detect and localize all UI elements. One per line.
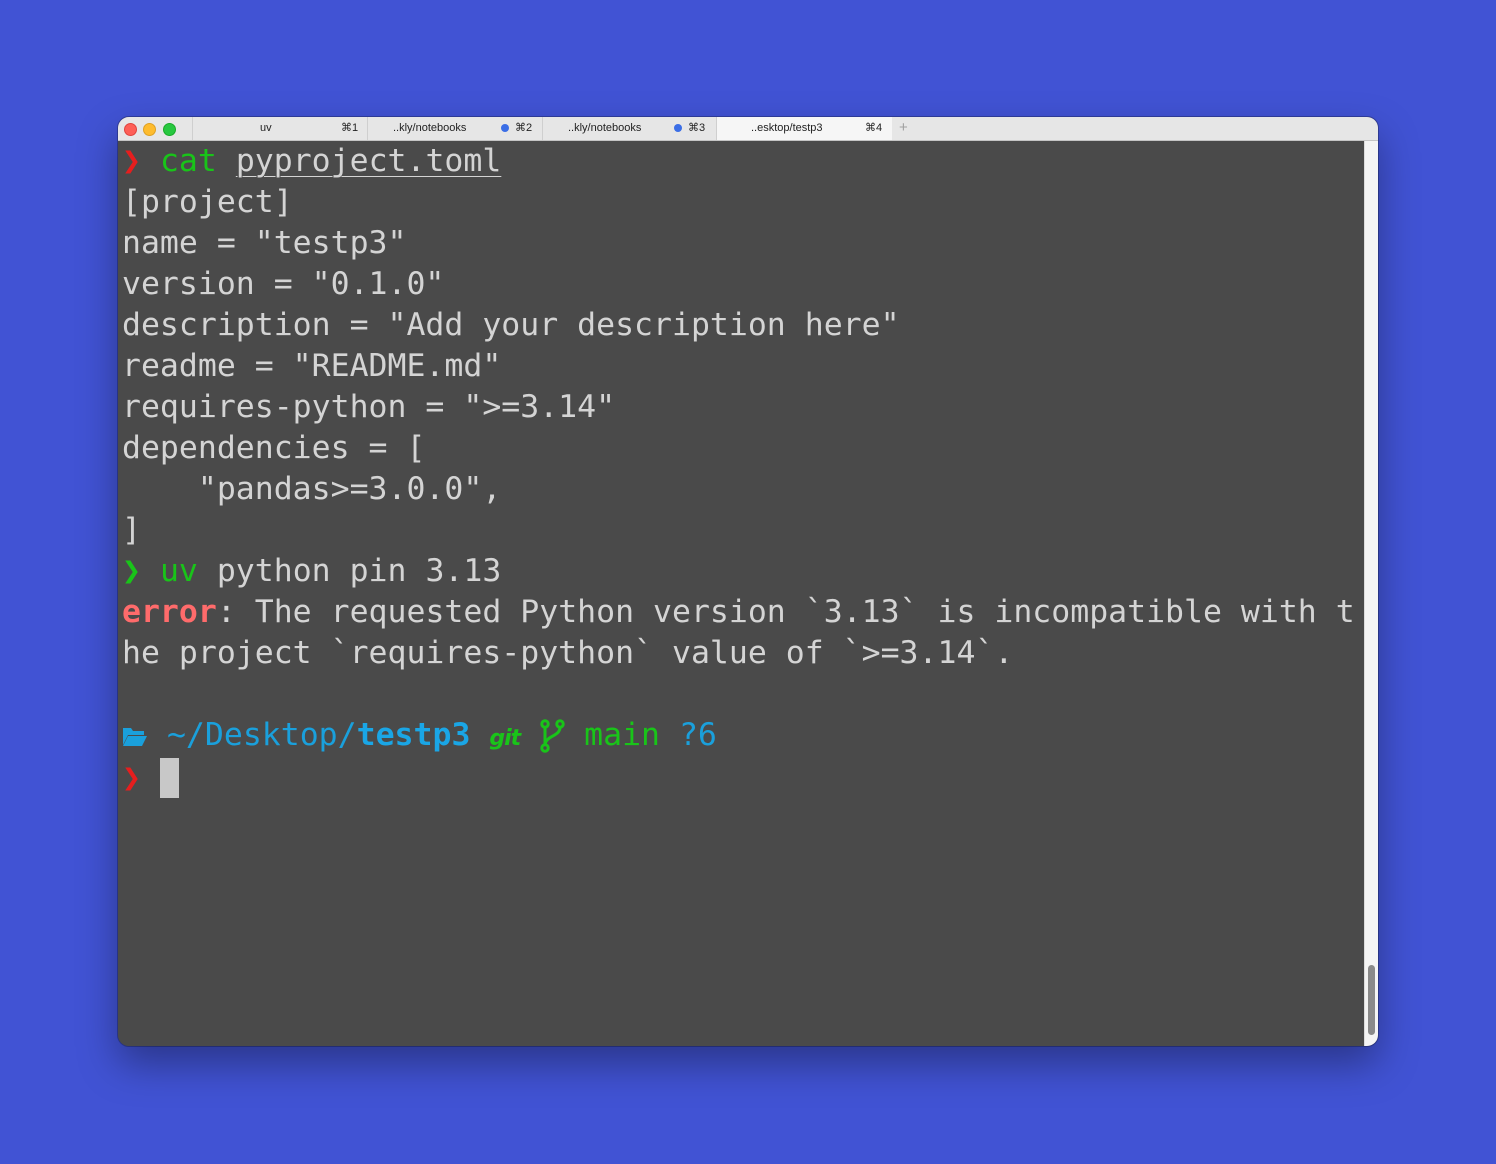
output-line: version = "0.1.0" — [122, 266, 445, 302]
tab-shortcut: ⌘3 — [688, 122, 706, 134]
tab-notebooks-1[interactable]: ..kly/notebooks ⌘2 — [367, 117, 542, 140]
prompt-char: ❯ — [122, 553, 141, 589]
title-bar: uv ⌘1 ..kly/notebooks ⌘2 ..kly/notebooks… — [118, 117, 1378, 141]
tab-shortcut: ⌘4 — [865, 122, 883, 134]
command-line-uv: ❯ uv python pin 3.13 — [122, 551, 501, 592]
git-icon: git — [489, 726, 521, 751]
activity-dot-icon — [674, 124, 682, 132]
prompt-char: ❯ — [122, 143, 141, 179]
command-line-cat: ❯ cat pyproject.toml — [122, 141, 501, 182]
folder-icon — [122, 717, 148, 753]
output-line: dependencies = [ — [122, 430, 426, 466]
current-directory: testp3 — [356, 717, 471, 753]
git-branch-name: main — [565, 717, 660, 753]
error-line-continued: he project `requires-python` value of `>… — [122, 635, 1014, 671]
new-tab-button[interactable]: + — [899, 117, 908, 140]
command-arguments: python pin 3.13 — [197, 553, 502, 589]
activity-dot-icon — [501, 124, 509, 132]
tab-notebooks-2[interactable]: ..kly/notebooks ⌘3 — [542, 117, 716, 140]
command-program: cat — [159, 143, 217, 179]
prompt-char: ❯ — [122, 760, 141, 796]
cursor-block — [159, 758, 179, 798]
path-prefix: ~/Desktop/ — [148, 717, 357, 753]
status-line: ~/Desktop/testp3 git main ?6 — [122, 715, 717, 756]
tab-title: ..kly/notebooks — [393, 122, 467, 134]
terminal-output[interactable]: ❯ cat pyproject.toml [project] name = "t… — [118, 141, 1364, 1046]
git-untracked-count: ?6 — [660, 717, 717, 753]
vertical-scrollbar[interactable] — [1364, 141, 1378, 1046]
tab-uv[interactable]: uv ⌘1 — [192, 117, 367, 140]
output-line: description = "Add your description here… — [122, 307, 900, 343]
tab-title: ..esktop/testp3 — [751, 122, 823, 134]
zoom-window-button[interactable] — [163, 123, 176, 136]
output-line: ] — [122, 512, 141, 548]
tab-title: uv — [260, 122, 272, 134]
output-line: readme = "README.md" — [122, 348, 502, 384]
active-prompt-line[interactable]: ❯ — [122, 758, 179, 799]
command-argument: pyproject.toml — [235, 143, 502, 179]
output-line: requires-python = ">=3.14" — [122, 389, 616, 425]
tab-shortcut: ⌘1 — [341, 122, 359, 134]
close-window-button[interactable] — [124, 123, 137, 136]
output-line: "pandas>=3.0.0", — [122, 471, 502, 507]
tab-shortcut: ⌘2 — [515, 122, 533, 134]
output-line: name = "testp3" — [122, 225, 407, 261]
error-label: error — [122, 594, 217, 630]
git-branch-icon — [539, 717, 565, 753]
terminal-window: uv ⌘1 ..kly/notebooks ⌘2 ..kly/notebooks… — [118, 117, 1378, 1046]
command-program: uv — [159, 553, 198, 589]
tab-title: ..kly/notebooks — [568, 122, 642, 134]
error-message: : The requested Python version `3.13` is… — [216, 594, 1355, 630]
error-line: error: The requested Python version `3.1… — [122, 592, 1355, 633]
minimize-window-button[interactable] — [143, 123, 156, 136]
scrollbar-thumb[interactable] — [1368, 965, 1375, 1035]
tab-testp3[interactable]: ..esktop/testp3 ⌘4 — [716, 117, 892, 140]
output-line: [project] — [122, 184, 293, 220]
